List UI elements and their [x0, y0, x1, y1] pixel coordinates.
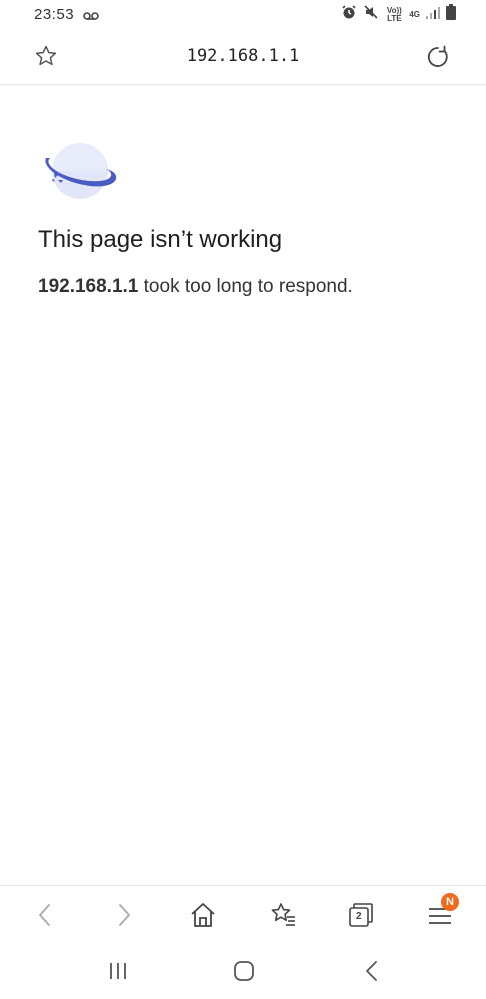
error-message: 192.168.1.1 took too long to respond.	[38, 276, 353, 298]
tabs-icon[interactable]: 2	[346, 900, 376, 930]
error-message-text: took too long to respond.	[138, 276, 353, 297]
mute-icon	[363, 4, 379, 25]
signal-icon	[426, 6, 440, 24]
home-nav-icon[interactable]	[233, 960, 255, 987]
battery-icon	[446, 4, 456, 25]
status-icons: Vo)) LTE 4G	[341, 4, 456, 25]
tabs-count: 2	[356, 911, 362, 922]
error-host: 192.168.1.1	[38, 276, 139, 297]
browser-toolbar: 2	[0, 885, 486, 944]
error-title: This page isn’t working	[38, 226, 283, 253]
status-time: 23:53	[34, 6, 75, 23]
back-nav-icon[interactable]	[362, 960, 382, 987]
alarm-icon	[341, 4, 357, 25]
address-bar: 192.168.1.1	[0, 32, 486, 85]
chevron-left-icon[interactable]	[30, 900, 60, 930]
refresh-icon[interactable]	[425, 44, 451, 75]
network-type-label: 4G	[409, 9, 420, 19]
volte-label: Vo)) LTE	[386, 5, 402, 23]
url-field[interactable]: 192.168.1.1	[0, 46, 486, 66]
home-icon[interactable]	[188, 900, 218, 930]
planet-icon	[40, 140, 120, 209]
bookmarks-icon[interactable]	[268, 900, 298, 930]
system-nav-bar	[0, 943, 486, 999]
voicemail-icon	[83, 8, 99, 26]
status-bar: 23:53 Vo)) LTE 4G	[0, 0, 486, 30]
recent-apps-icon[interactable]	[107, 961, 129, 986]
chevron-right-icon[interactable]	[109, 900, 139, 930]
menu-badge: N	[441, 893, 459, 911]
